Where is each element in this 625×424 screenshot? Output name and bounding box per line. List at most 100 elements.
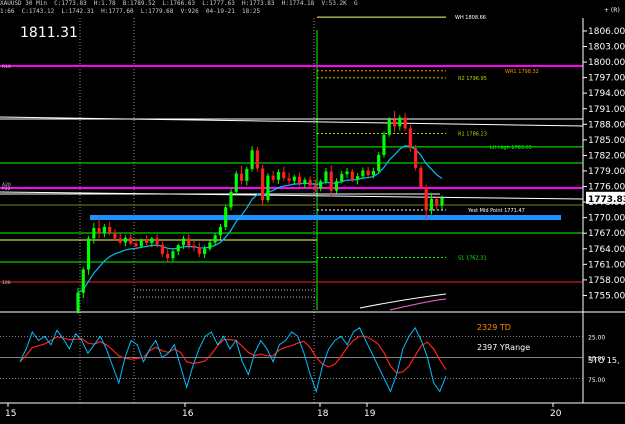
candle-body: [392, 119, 397, 127]
candle-body: [297, 176, 302, 184]
candle-body: [282, 172, 286, 179]
time-tick-label: 19: [364, 409, 376, 419]
sto-k-line: [19, 326, 447, 394]
time-tick-label: 20: [550, 409, 562, 419]
candle-body: [329, 171, 333, 191]
candle-body: [319, 181, 323, 189]
candle-body: [356, 176, 360, 180]
candle-body: [213, 235, 217, 243]
candle-body: [424, 187, 428, 211]
candle-body: [229, 191, 233, 208]
candle-body: [108, 226, 112, 233]
candle-body: [129, 237, 133, 244]
price-chart[interactable]: WH 1808.66 WR1 1798.32 R2 1796.95 R1 1786.2…: [0, 0, 625, 424]
price-tick-label: 1770.00: [588, 214, 625, 224]
candle-body: [255, 150, 259, 169]
price-tick-label: 1782.00: [588, 151, 625, 161]
candle-body: [287, 178, 291, 181]
candle-body: [224, 207, 228, 227]
support-band: [90, 215, 561, 220]
left-edge-label: 100: [2, 280, 11, 286]
candle-body: [398, 117, 402, 127]
price-tick-label: 1761.00: [588, 260, 625, 270]
price-tick-label: 1767.00: [588, 229, 625, 239]
candle-body: [429, 198, 434, 211]
candle-body: [166, 253, 170, 259]
candle-body: [150, 238, 154, 244]
price-tick-label: 1785.00: [588, 136, 625, 146]
candle-body: [266, 175, 270, 201]
price-tick-label: 1758.00: [588, 276, 625, 286]
td-label: 2329 TD: [477, 323, 511, 332]
price-tick-label: 1755.00: [588, 291, 625, 301]
price-tick-label: 1776.00: [588, 183, 625, 193]
trend-line-mid: [0, 191, 584, 200]
candle-body: [271, 175, 275, 180]
time-tick-label: 16: [182, 409, 194, 419]
yrange-label: 2397 YRange: [477, 343, 530, 352]
candle-body: [350, 171, 354, 180]
level-label: R1 1786.23: [458, 131, 487, 137]
price-tick-label: 1779.00: [588, 167, 625, 177]
candle-body: [86, 238, 91, 270]
candle-body: [308, 179, 312, 186]
candle-body: [440, 197, 444, 206]
candle-body: [76, 292, 80, 311]
top-right-indicator: + (R): [604, 7, 620, 14]
candle-body: [134, 243, 138, 247]
candle-body: [414, 148, 418, 168]
candle-body: [81, 269, 85, 293]
candle-body: [387, 119, 391, 135]
candle-body: [403, 117, 407, 129]
candle-body: [419, 167, 423, 188]
price-tick-label: 1803.00: [588, 43, 625, 53]
candle-body: [155, 238, 159, 245]
sto-tick-label: 75.00: [588, 377, 605, 384]
candle-body: [181, 238, 186, 246]
time-tick-label: 18: [317, 409, 329, 419]
level-label: S1 1762.31: [458, 256, 487, 262]
level-label: R2 1796.95: [458, 76, 487, 82]
candle-body: [113, 232, 117, 239]
candle-body: [187, 238, 191, 246]
price-tick-label: 1788.00: [588, 120, 625, 130]
candle-body: [97, 228, 101, 234]
candle-body: [371, 170, 376, 176]
candle-body: [250, 150, 254, 169]
candle-body: [218, 226, 223, 236]
price-tick-label: 1764.00: [588, 245, 625, 255]
price-tick-label: 1791.00: [588, 105, 625, 115]
candle-body: [292, 176, 296, 181]
candle-body: [123, 237, 128, 243]
candle-body: [361, 170, 365, 177]
candle-body: [313, 185, 317, 189]
candle-body: [303, 179, 307, 184]
price-tick-label: 1794.00: [588, 89, 625, 99]
level-label: WH 1808.66: [455, 15, 486, 21]
candle-body: [261, 168, 265, 201]
candle-body: [118, 238, 122, 243]
candle-body: [377, 154, 381, 171]
candle-body: [92, 228, 96, 239]
left-edge-label: R10: [2, 64, 11, 70]
candle-body: [408, 128, 412, 149]
candle-body: [192, 245, 196, 248]
price-tick-label: 1797.00: [588, 74, 625, 84]
current-price-label: 1773.83: [588, 195, 625, 205]
candle-body: [382, 134, 386, 155]
price-tick-label: 1806.00: [588, 27, 625, 37]
sto-d-line: [19, 335, 447, 374]
candle-body: [139, 239, 143, 247]
candle-body: [239, 173, 244, 181]
candle-body: [366, 170, 370, 176]
candle-body: [203, 248, 207, 254]
candle-body: [234, 173, 238, 192]
level-label: LH High 1783.65: [490, 145, 532, 151]
candle-body: [102, 226, 106, 234]
level-label: Yest Mid Point 1771.47: [467, 208, 525, 214]
price-tick-label: 1800.00: [588, 58, 625, 68]
sto-tick-label: 25.00: [588, 334, 605, 341]
candle-body: [160, 244, 164, 254]
candle-body: [144, 239, 149, 244]
candle-body: [208, 242, 212, 249]
